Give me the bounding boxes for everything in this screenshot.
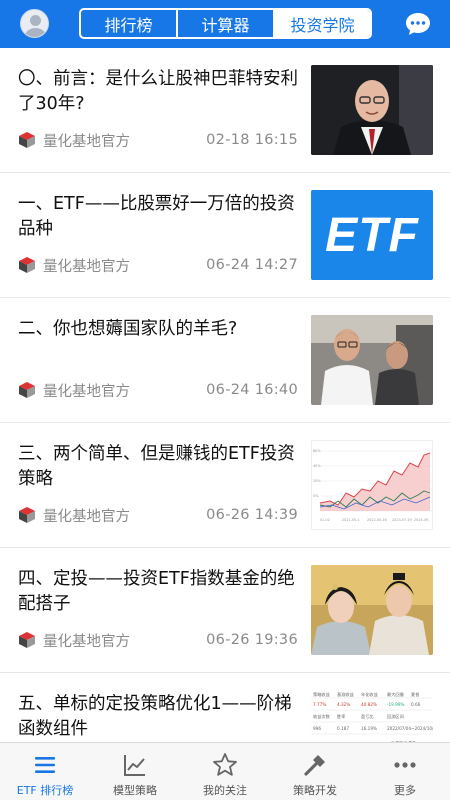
tab-etf-ranking[interactable]: ETF 排行榜 [0, 743, 90, 800]
cube-logo-icon [19, 132, 35, 148]
article-meta: 量化基地官方 06-26 14:39 [18, 505, 298, 525]
article-author: 量化基地官方 [43, 383, 130, 400]
article-time: 02-18 16:15 [206, 132, 298, 148]
article-time: 06-24 14:27 [206, 257, 298, 273]
tab-my-follows[interactable]: 我的关注 [180, 743, 270, 800]
article-item[interactable]: 三、两个简单、但是赚钱的ETF投资策略 量化基地官方 06-26 14:39 6… [0, 423, 450, 548]
svg-text:2021-05-1: 2021-05-1 [342, 518, 360, 522]
tab-label: 策略开发 [293, 784, 337, 797]
article-item[interactable]: 二、你也想薅国家队的羊毛? 量化基地官方 06-24 16:40 [0, 298, 450, 423]
list-icon [35, 757, 55, 773]
article-meta: 量化基地官方 06-24 14:27 [18, 255, 298, 275]
article-author: 量化基地官方 [43, 633, 130, 650]
article-title: 二、你也想薅国家队的羊毛? [18, 319, 238, 339]
tab-more[interactable]: 更多 [360, 743, 450, 800]
tab-strategy-dev[interactable]: 策略开发 [270, 743, 360, 800]
svg-text:0.66: 0.66 [411, 702, 421, 707]
tab-academy[interactable]: 投资学院 [275, 10, 370, 37]
tab-model-strategy[interactable]: 模型策略 [90, 743, 180, 800]
avatar-head [30, 15, 41, 26]
chat-icon[interactable] [404, 11, 432, 37]
cube-logo-icon [19, 382, 35, 398]
svg-text:2022/07/04~2024/10/0: 2022/07/04~2024/10/0 [387, 726, 433, 731]
tab-label: ETF 排行榜 [16, 784, 74, 797]
svg-text:0.187: 0.187 [337, 726, 349, 731]
article-feed[interactable]: 〇、前言：是什么让股神巴菲特安利了30年? 量化基地官方 02-18 16:15 [0, 48, 450, 742]
avatar[interactable] [20, 9, 49, 38]
etf-logo-text: ETF [325, 208, 419, 262]
svg-text:最大回撤: 最大回撤 [387, 691, 405, 698]
article-item[interactable]: 一、ETF——比股票好一万倍的投资品种 量化基地官方 06-24 14:27 E… [0, 173, 450, 298]
tab-ranking[interactable]: 排行榜 [81, 10, 178, 37]
article-meta: 量化基地官方 06-24 16:40 [18, 380, 298, 400]
article-item[interactable]: 〇、前言：是什么让股神巴菲特安利了30年? 量化基地官方 02-18 16:15 [0, 48, 450, 173]
svg-text:40%: 40% [313, 464, 321, 468]
svg-text:0%: 0% [313, 494, 319, 498]
tab-label: 我的关注 [203, 784, 247, 797]
more-dots-icon [394, 762, 416, 768]
svg-text:4.32%: 4.32% [337, 702, 350, 707]
article-thumbnail [311, 315, 433, 405]
svg-text:7.77%: 7.77% [313, 702, 326, 707]
trend-chart-icon [124, 755, 145, 776]
svg-text:16.19%: 16.19% [361, 726, 377, 731]
svg-text:996: 996 [313, 726, 321, 731]
article-title: 四、定投——投资ETF指数基金的绝配搭子 [18, 569, 295, 614]
svg-text:2022-05-16: 2022-05-16 [367, 518, 387, 522]
article-time: 06-26 19:36 [206, 632, 298, 648]
article-title: 五、单标的定投策略优化1——阶梯函数组件 [18, 694, 292, 739]
article-title: 〇、前言：是什么让股神巴菲特安利了30年? [18, 69, 298, 114]
svg-text:夏普: 夏普 [411, 691, 419, 698]
article-thumbnail: 60% 40% 20% 0% 01-02 2021-05-1 2022-05-16 20… [311, 440, 433, 530]
article-title: 三、两个简单、但是赚钱的ETF投资策略 [18, 444, 295, 489]
article-author: 量化基地官方 [43, 258, 130, 275]
article-meta: 量化基地官方 02-18 16:15 [18, 130, 298, 150]
segmented-control: 排行榜 计算器 投资学院 [79, 8, 372, 39]
svg-text:策略收益: 策略收益 [313, 691, 330, 698]
article-time: 06-26 14:39 [206, 507, 298, 523]
tab-label: 模型策略 [113, 784, 157, 797]
article-thumbnail: 策略收益 基准收益 年化收益 最大回撤 夏普 7.77% 4.32% 40.82% -19.9… [311, 690, 433, 742]
article-item[interactable]: 五、单标的定投策略优化1——阶梯函数组件 策略收益 基准收益 年化收益 最大回撤 夏普 … [0, 673, 450, 742]
article-title: 一、ETF——比股票好一万倍的投资品种 [18, 194, 295, 239]
article-meta: 量化基地官方 06-26 19:36 [18, 630, 298, 650]
tab-label: 更多 [394, 784, 416, 797]
cube-logo-icon [19, 257, 35, 273]
bottom-tab-bar: ETF 排行榜 模型策略 我的关注 策略开发 更多 [0, 742, 450, 800]
cube-logo-icon [19, 632, 35, 648]
avatar-body [25, 28, 46, 37]
hammer-icon [304, 755, 325, 776]
svg-text:01-02: 01-02 [320, 518, 330, 522]
svg-text:2023-07-19: 2023-07-19 [392, 518, 412, 522]
svg-text:-19.99%: -19.99% [387, 702, 404, 707]
article-thumbnail [311, 65, 433, 155]
svg-text:20%: 20% [313, 479, 321, 483]
article-thumbnail: ETF [311, 190, 433, 280]
svg-text:2024-09-: 2024-09- [414, 518, 430, 522]
tab-calculator[interactable]: 计算器 [178, 10, 275, 37]
svg-text:40.82%: 40.82% [361, 702, 377, 707]
top-bar: 排行榜 计算器 投资学院 [0, 0, 450, 48]
svg-text:60%: 60% [313, 449, 321, 453]
svg-text:收益次数: 收益次数 [313, 713, 331, 720]
article-item[interactable]: 四、定投——投资ETF指数基金的绝配搭子 量化基地官方 06-26 19:36 [0, 548, 450, 673]
article-author: 量化基地官方 [43, 133, 130, 150]
article-time: 06-24 16:40 [206, 382, 298, 398]
svg-text:基准收益: 基准收益 [337, 691, 354, 698]
svg-text:盈亏比: 盈亏比 [361, 713, 374, 720]
article-thumbnail [311, 565, 433, 655]
svg-text:年化收益: 年化收益 [361, 691, 378, 698]
star-icon [213, 753, 237, 776]
article-author: 量化基地官方 [43, 508, 130, 525]
svg-text:回测区间: 回测区间 [387, 713, 404, 720]
cube-logo-icon [19, 507, 35, 523]
svg-text:胜率: 胜率 [337, 713, 345, 720]
